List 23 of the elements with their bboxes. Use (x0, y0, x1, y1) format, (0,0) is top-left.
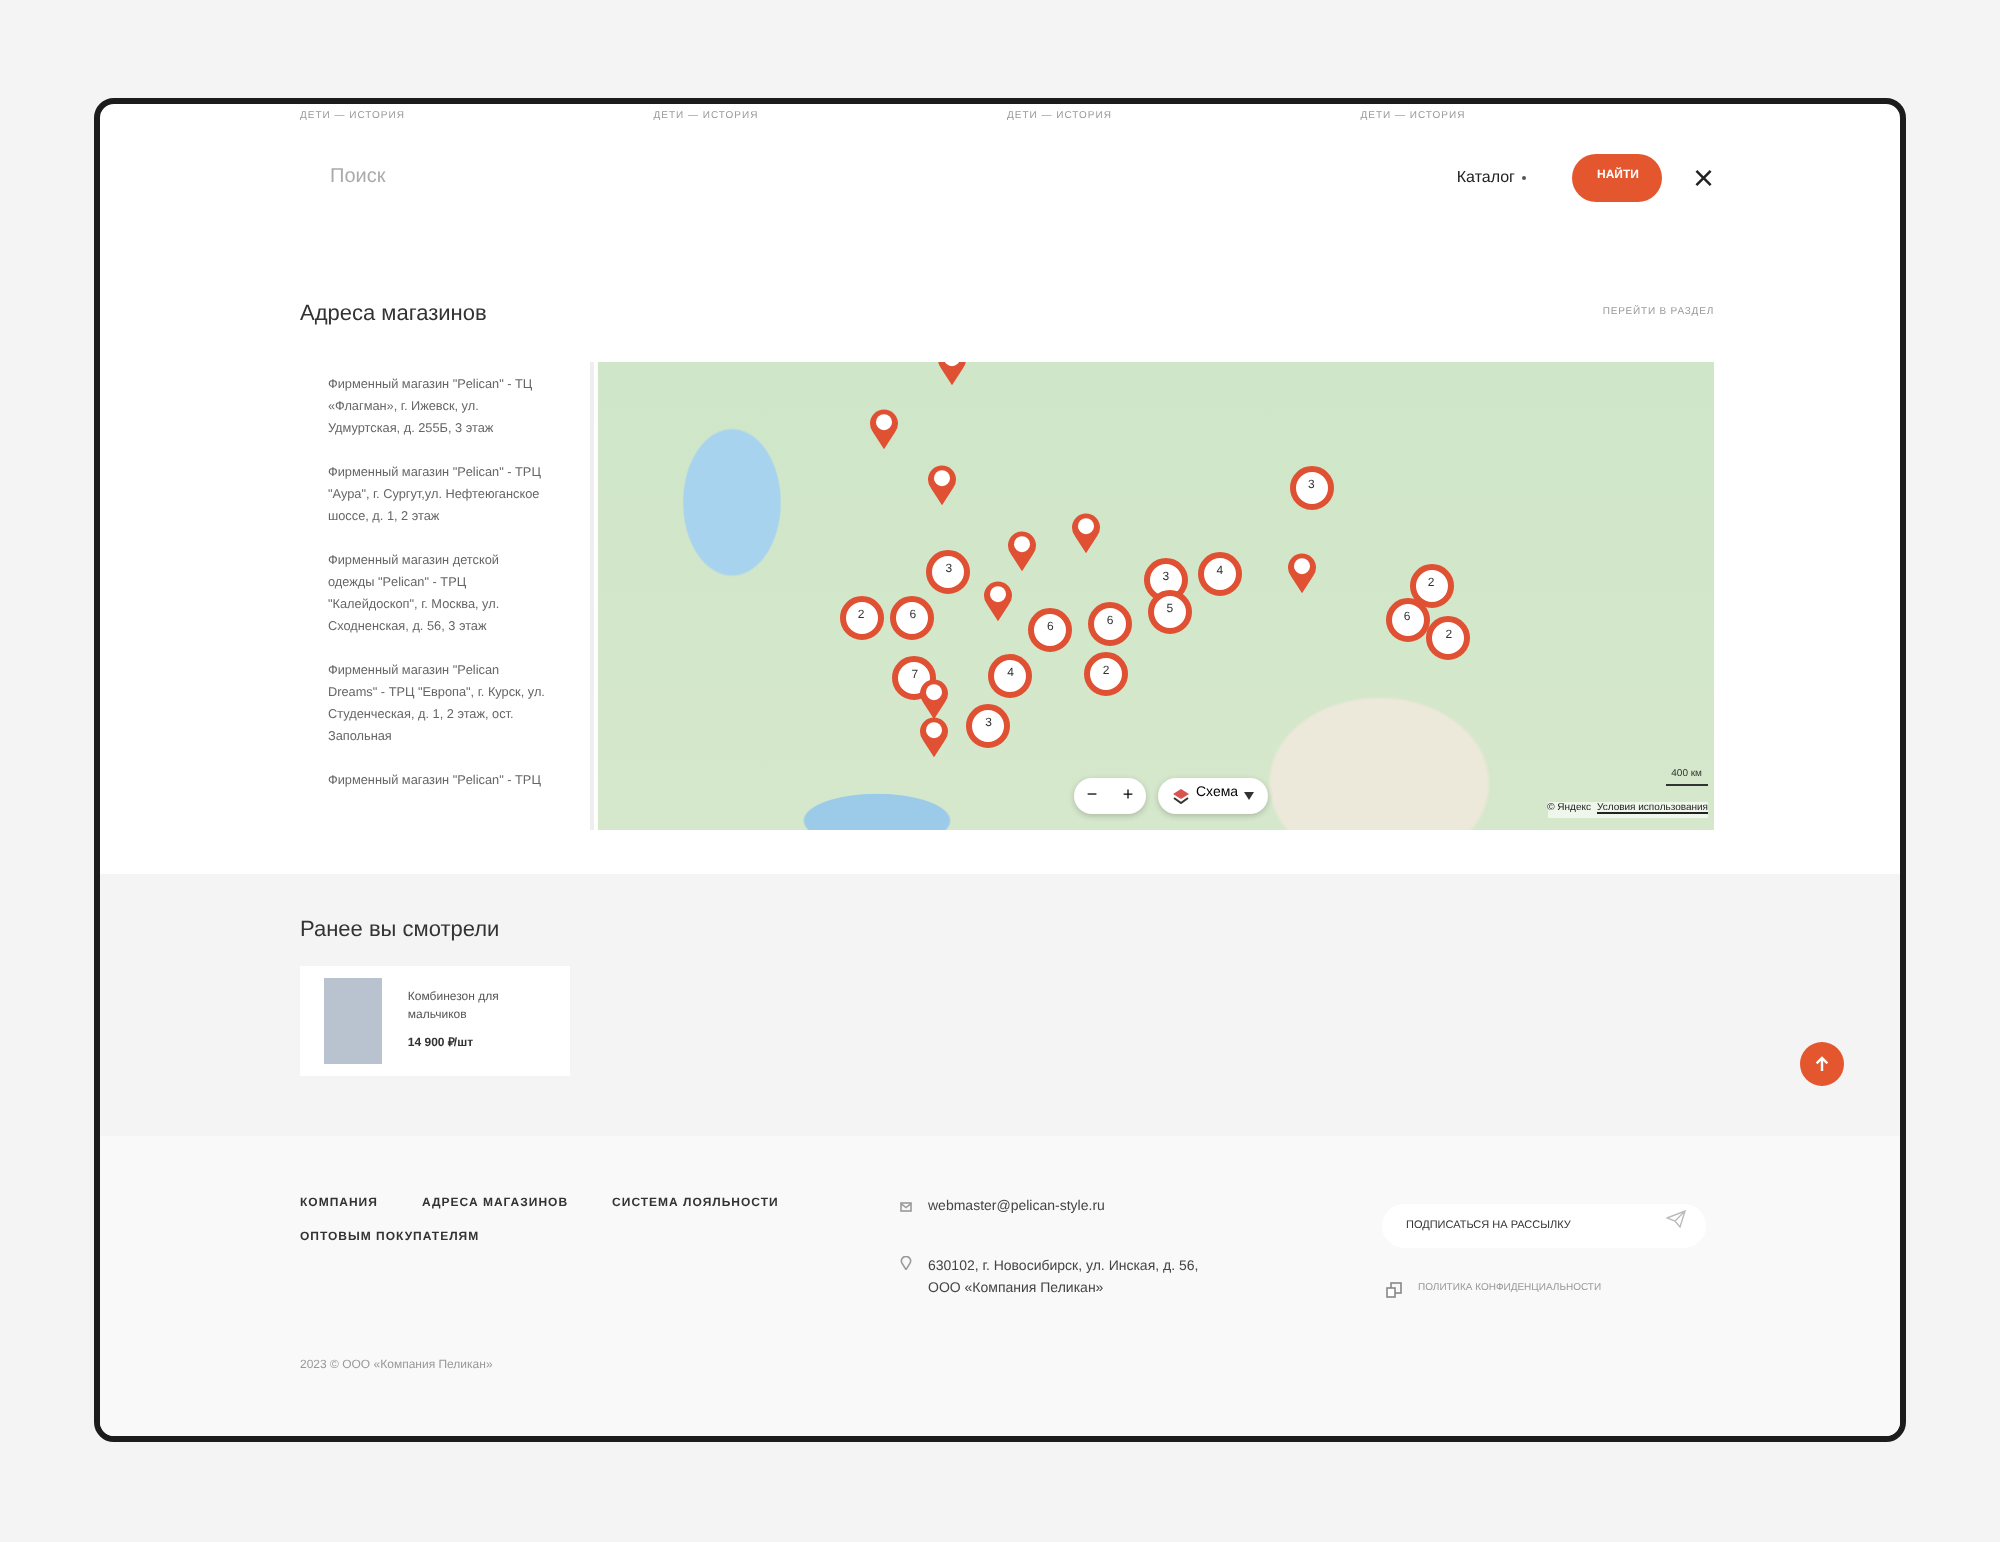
send-icon (1666, 1210, 1686, 1228)
location-pin-icon (900, 1256, 912, 1270)
document-icon (1386, 1282, 1402, 1298)
map-pin-icon (1070, 510, 1103, 555)
zoom-in-button[interactable]: + (1110, 777, 1146, 814)
map-pin-icon (868, 406, 901, 451)
close-button[interactable]: × (1692, 159, 1714, 195)
map-pin-icon (982, 578, 1015, 623)
map-pin-icon (918, 676, 951, 721)
map-pin-icon (1285, 550, 1318, 595)
photo-placeholder (324, 978, 382, 1065)
zoom-out-button[interactable]: − (1074, 777, 1110, 814)
recent-title: Ранее вы смотрели (300, 918, 502, 945)
layers-icon (1172, 787, 1190, 804)
map-pin-icon (1006, 528, 1039, 573)
mail-icon (900, 1202, 912, 1212)
arrow-up-icon (1814, 1056, 1830, 1072)
search-field[interactable]: Поиск (300, 162, 900, 192)
map-pin-icon (926, 462, 959, 507)
map-pin-icon (918, 714, 951, 759)
section-title: Адреса магазинов (300, 301, 487, 328)
catalog-link[interactable]: Каталог (1456, 165, 1527, 189)
caret-icon (1244, 791, 1255, 800)
